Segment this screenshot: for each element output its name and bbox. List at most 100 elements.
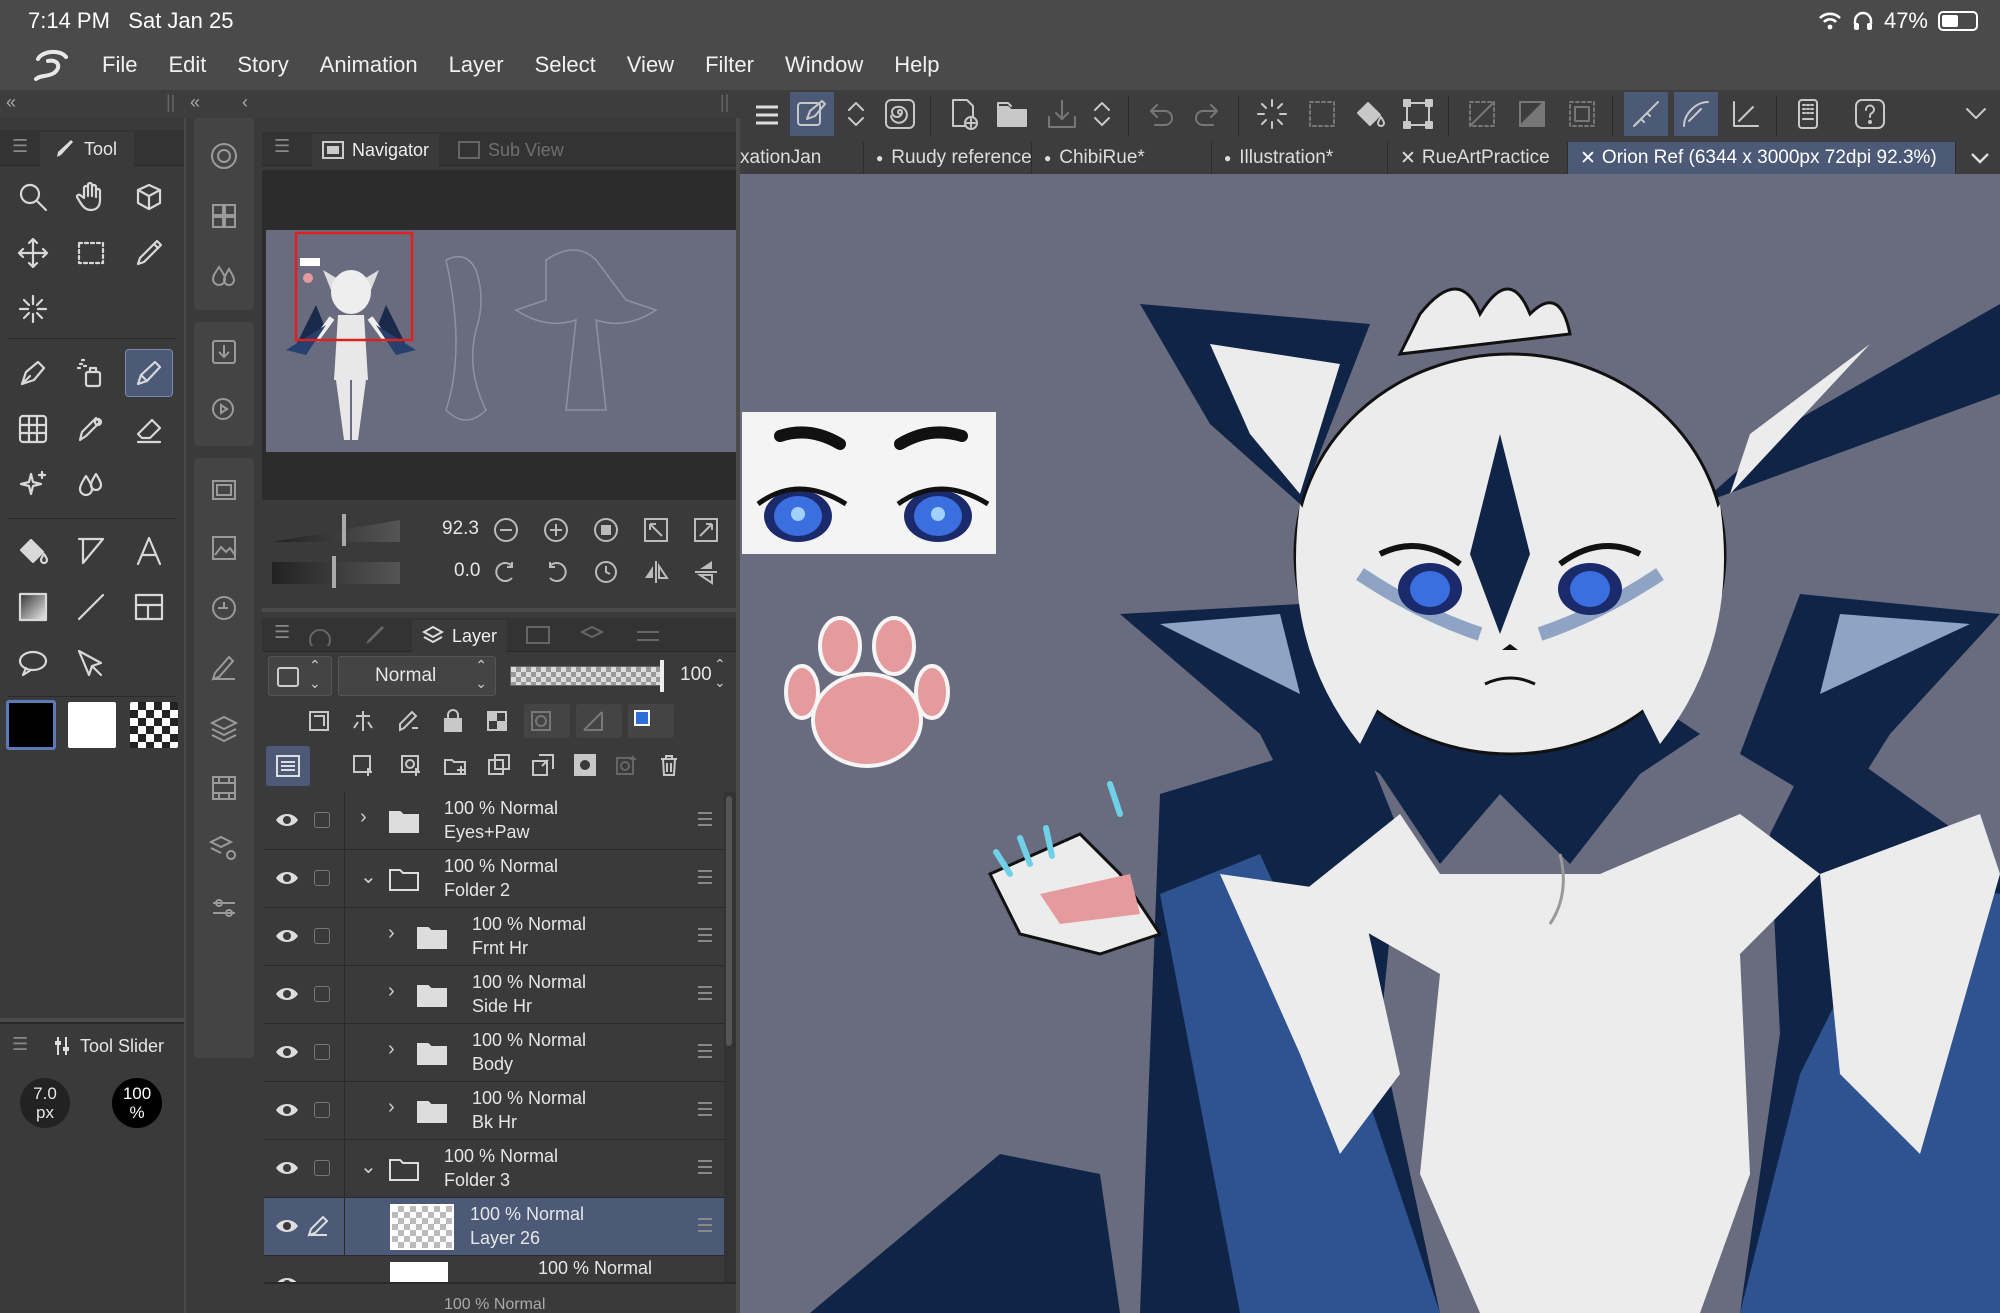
snap-special-ruler-button[interactable] [1674,92,1718,136]
correct-line-tool[interactable] [68,640,114,686]
close-icon[interactable]: ✕ [1580,147,1596,170]
flip-horizontal-icon[interactable] [642,558,670,586]
layer-color-toggle[interactable]: ⌃ ⌄ [268,656,332,696]
visibility-eye-icon[interactable] [274,868,300,888]
zoom-tool[interactable] [10,174,56,220]
layer-row[interactable]: › 100 % Normal Frnt Hr [264,908,724,966]
figure-tool[interactable] [68,584,114,630]
blend-mode-select[interactable]: Normal ⌃ ⌄ [338,656,496,696]
fill-tool[interactable] [10,528,56,574]
loading-button[interactable] [1250,92,1294,136]
layers-stack-icon[interactable] [204,708,244,748]
layer-select-checkbox[interactable] [314,1102,330,1118]
lock-icon[interactable] [440,708,466,734]
layer-row[interactable]: › 100 % Normal Eyes+Paw [264,792,724,850]
drag-handle-icon[interactable] [698,870,712,884]
sparkle-tool[interactable] [10,462,56,508]
color-mix-icon[interactable] [204,256,244,296]
tab-layer[interactable]: Layer [412,620,508,652]
chevron-right-icon[interactable]: › [360,806,367,829]
search-material-icon[interactable] [204,390,244,430]
zoom-value[interactable]: 92.3 [442,518,479,540]
menu-file[interactable]: File [102,52,137,78]
layer-row[interactable]: ⌄ 100 % Normal Folder 2 [264,850,724,908]
visibility-eye-icon[interactable] [274,1042,300,1062]
text-tool[interactable] [126,528,172,574]
layer-select-checkbox[interactable] [314,812,330,828]
invert-selection-button[interactable] [1510,92,1554,136]
gradient-shape-tool[interactable] [68,528,114,574]
edit-mode-button[interactable] [790,92,834,136]
animation-cel-tab-icon[interactable] [306,626,334,646]
doc-tab-0[interactable]: xationJan [740,142,864,174]
menu-animation[interactable]: Animation [320,52,418,78]
mode-stepper[interactable] [836,92,876,136]
chevron-right-icon[interactable]: › [388,922,395,945]
zoom-slider[interactable] [272,520,400,542]
spiral-button[interactable] [878,92,922,136]
airbrush-tool[interactable] [68,350,114,396]
layer-row[interactable]: ⌄ 100 % Normal Folder 3 [264,1140,724,1198]
undo-button[interactable] [1138,92,1182,136]
close-icon[interactable]: ✕ [1400,147,1416,170]
visibility-eye-icon[interactable] [274,1100,300,1120]
drag-handle-icon[interactable] [698,1218,712,1232]
layer-select-checkbox[interactable] [314,1044,330,1060]
layer-select-checkbox[interactable] [314,928,330,944]
tab-tool-slider[interactable]: Tool Slider [52,1028,180,1064]
auto-select-tool[interactable] [10,286,56,332]
tab-navigator[interactable]: Navigator [312,134,440,166]
canvas-viewport[interactable] [740,174,2000,1313]
menu-edit[interactable]: Edit [168,52,206,78]
blend-tool[interactable] [68,462,114,508]
lock-transparent-icon[interactable] [484,708,510,734]
doc-tab-1[interactable]: ● Ruudy reference [864,142,1032,174]
layer-row[interactable]: › 100 % Normal Side Hr [264,966,724,1024]
open-file-button[interactable] [990,92,1034,136]
rotate-slider[interactable] [272,562,400,584]
pen-tool[interactable] [10,350,56,396]
zoom-slider-thumb[interactable] [342,514,346,546]
pencil-tool[interactable] [125,349,173,397]
app-logo-icon[interactable] [28,45,76,85]
collapse-left-icon[interactable]: « [6,92,16,113]
trash-icon[interactable] [656,752,682,778]
apply-mask-icon[interactable] [614,752,640,778]
hamburger-menu-icon[interactable] [752,100,782,130]
canvas-artwork[interactable] [740,174,2000,1313]
menu-filter[interactable]: Filter [705,52,754,78]
layer-row[interactable]: › 100 % Normal Bk Hr [264,1082,724,1140]
clip-lower-layer-icon[interactable] [306,708,332,734]
visibility-eye-icon[interactable] [274,1216,300,1236]
panel-grip-icon[interactable]: || [166,92,175,113]
drag-handle-icon[interactable] [698,1044,712,1058]
new-raster-layer-icon[interactable] [350,752,376,778]
layer-select-checkbox[interactable] [314,986,330,1002]
chevron-down-icon[interactable]: ⌄ [360,864,377,889]
flip-vertical-icon[interactable] [692,558,720,586]
reference-layer-icon[interactable] [350,708,376,734]
mask-enable-toggle[interactable] [524,704,570,738]
menu-view[interactable]: View [627,52,674,78]
sub-color-swatch[interactable] [68,702,116,748]
sub-view-icon[interactable] [204,528,244,568]
help-button[interactable] [1848,92,1892,136]
fill-grid-tool[interactable] [10,406,56,452]
drag-handle-icon[interactable] [698,1160,712,1174]
chevron-right-icon[interactable]: › [388,1038,395,1061]
transparent-color-swatch[interactable] [130,702,178,748]
save-stepper[interactable] [1082,92,1122,136]
new-file-button[interactable] [942,92,986,136]
ruler-range-toggle[interactable] [576,704,622,738]
panel-menu-icon[interactable]: ☰ [12,136,28,157]
rotation-value[interactable]: 0.0 [454,560,480,582]
new-folder-icon[interactable] [442,752,468,778]
menu-select[interactable]: Select [535,52,596,78]
brush-opacity-indicator[interactable]: 100 % [112,1078,162,1128]
drag-handle-icon[interactable] [698,986,712,1000]
fit-window-icon[interactable] [692,516,720,544]
menu-window[interactable]: Window [785,52,863,78]
opacity-slider-thumb[interactable] [660,660,664,692]
selection-tool[interactable] [68,230,114,276]
zoom-in-icon[interactable] [542,516,570,544]
